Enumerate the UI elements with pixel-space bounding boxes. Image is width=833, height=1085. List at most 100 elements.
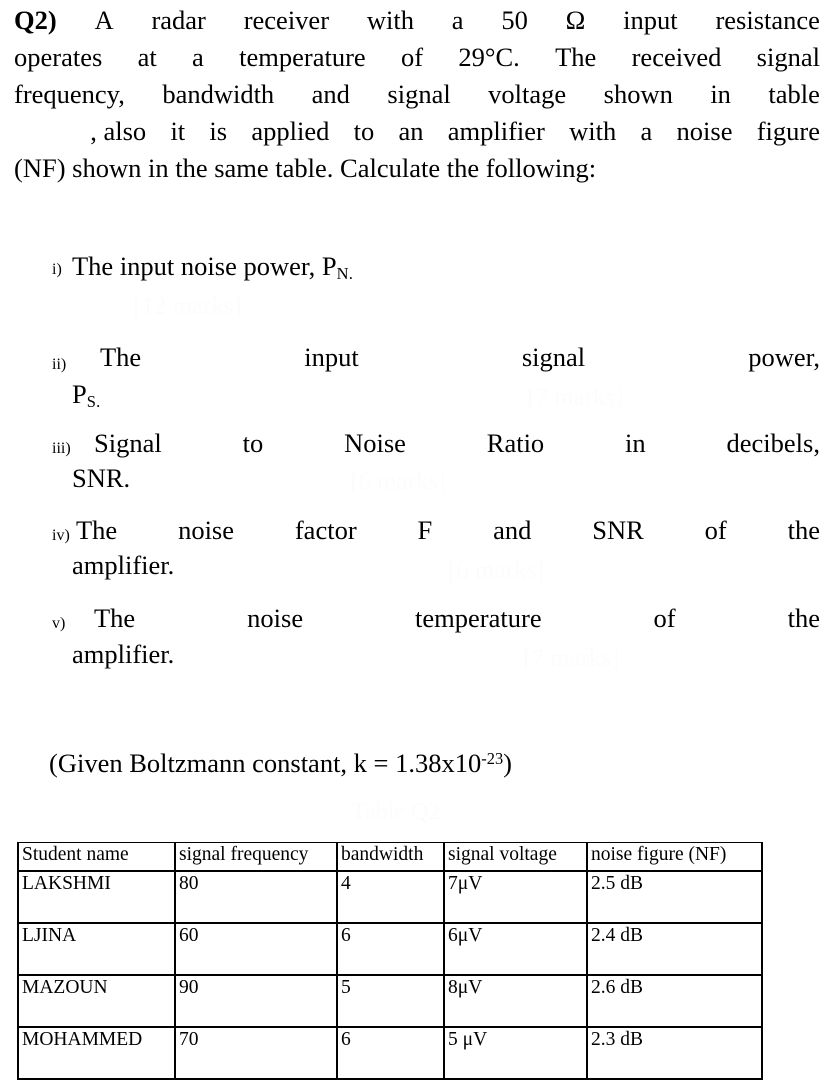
cell-student-name: MOHAMMED: [17, 1026, 176, 1080]
data-table: Student name signal frequency bandwidth …: [17, 842, 763, 1080]
subscript-n: N.: [336, 264, 354, 284]
stem-word: in: [710, 79, 731, 109]
stem-word: is: [209, 116, 228, 146]
stem-word: voltage: [488, 79, 567, 109]
stem-word: operates: [14, 42, 103, 72]
stem-word: 29°C.: [458, 42, 520, 72]
marks-note-ii: [7 marks]: [527, 384, 624, 411]
table-caption: Table Q2: [352, 799, 441, 825]
stem-word: it: [170, 116, 186, 146]
student-parameters-table: Student name signal frequency bandwidth …: [17, 842, 763, 1080]
col-header-student-name: Student name: [17, 842, 176, 872]
stem-word: at: [137, 42, 157, 72]
cell-noise-figure: 2.4 dB: [586, 922, 763, 976]
stem-word: input: [623, 5, 678, 35]
part-text-v: The noise temperature of the: [94, 600, 820, 637]
stem-word: frequency,: [14, 79, 125, 109]
part-word: Signal: [94, 428, 162, 458]
stem-word: noise: [676, 116, 733, 146]
stem-word: amplifier: [447, 116, 545, 146]
cell-signal-voltage: 6μV: [443, 922, 588, 976]
stem-line-2: operates at a temperature of 29°C. The r…: [14, 39, 820, 76]
question-part-ii: ii) The input signal power, PS. [7 marks…: [0, 335, 833, 427]
question-label: Q2): [14, 5, 57, 35]
part-word: Ratio: [486, 428, 545, 458]
stem-word: signal: [387, 79, 451, 109]
part-word: F: [417, 515, 433, 545]
stem-word: figure: [756, 116, 820, 146]
part-word: to: [242, 428, 264, 458]
part-marker-ii: ii): [52, 356, 67, 373]
marks-note-iii: [6 marks]: [350, 468, 447, 495]
marks-note-v: [7 marks]: [523, 645, 620, 672]
stem-word: applied: [251, 116, 330, 146]
part-text-ii: The input signal power,: [100, 339, 820, 376]
table-row: MAZOUN 90 5 8μV 2.6 dB: [17, 974, 763, 1028]
part-word: noise: [178, 515, 234, 545]
question-part-v: v) The noise temperature of the amplifie…: [0, 600, 833, 690]
stem-word: 50: [501, 5, 528, 35]
table-body: LAKSHMI 80 4 7μV 2.5 dB LJINA 60 6 6μV 2…: [17, 870, 763, 1080]
subscript-s: S.: [86, 392, 101, 412]
stem-ghost-gap: [14, 113, 66, 150]
stem-line-5: (NF) shown in the same table. Calculate …: [14, 153, 597, 183]
part-word: factor: [294, 515, 357, 545]
part-word: in: [625, 428, 646, 458]
part-marker-v: v): [52, 615, 66, 632]
stem-word: signal: [756, 42, 820, 72]
stem-word: receiver: [243, 5, 330, 35]
part-word: signal: [521, 342, 586, 372]
stem-word: A: [94, 5, 114, 35]
cell-signal-frequency: 80: [174, 870, 338, 924]
part-marker-iv: iv): [52, 527, 70, 544]
part-symbol-p: P: [72, 379, 87, 409]
stem-word: a: [640, 116, 653, 146]
part-word: The: [76, 515, 118, 545]
stem-word: a: [451, 5, 464, 35]
cell-signal-frequency: 60: [174, 922, 338, 976]
table-header-row: Student name signal frequency bandwidth …: [17, 842, 763, 872]
cell-noise-figure: 2.5 dB: [586, 870, 763, 924]
part-text-iii: Signal to Noise Ratio in decibels,: [94, 425, 820, 462]
part-text-i-main: The input noise power, P: [72, 251, 337, 281]
stem-word: The: [555, 42, 597, 72]
col-header-bandwidth: bandwidth: [336, 842, 445, 872]
part-word: of: [653, 603, 676, 633]
given-exponent: -23: [481, 749, 504, 768]
cell-noise-figure: 2.3 dB: [586, 1026, 763, 1080]
col-header-signal-frequency: signal frequency: [174, 842, 338, 872]
part-word: and: [493, 515, 532, 545]
cell-signal-frequency: 90: [174, 974, 338, 1028]
cell-bandwidth: 6: [336, 1026, 445, 1080]
cell-bandwidth: 5: [336, 974, 445, 1028]
table-row: LAKSHMI 80 4 7μV 2.5 dB: [17, 870, 763, 924]
stem-word: resistance: [715, 5, 820, 35]
part-word: decibels,: [726, 428, 820, 458]
part-word: SNR: [592, 515, 644, 545]
cell-signal-frequency: 70: [174, 1026, 338, 1080]
part-word: input: [304, 342, 359, 372]
table-row: MOHAMMED 70 6 5 μV 2.3 dB: [17, 1026, 763, 1080]
question-part-iii: iii) Signal to Noise Ratio in decibels, …: [0, 427, 833, 512]
cell-bandwidth: 6: [336, 922, 445, 976]
stem-word: and: [311, 79, 350, 109]
stem-word: , also: [90, 116, 147, 146]
stem-word: with: [569, 116, 617, 146]
part-word: The: [94, 603, 136, 633]
marks-note-iv: [6 marks]: [448, 557, 545, 584]
part-word: of: [704, 515, 727, 545]
stem-word: of: [400, 42, 424, 72]
document-page: Q2) A radar receiver with a 50 Ω input r…: [0, 0, 833, 1085]
stem-word: received: [631, 42, 722, 72]
part-word: temperature: [415, 603, 542, 633]
given-prefix: (Given Boltzmann constant, k = 1.38x10: [49, 747, 482, 778]
part-marker-i: i): [52, 261, 62, 278]
stem-word: with: [366, 5, 414, 35]
given-constant-line: (Given Boltzmann constant, k = 1.38x10-2…: [49, 742, 512, 780]
cell-student-name: LJINA: [17, 922, 176, 976]
col-header-signal-voltage: signal voltage: [443, 842, 588, 872]
stem-line-4: , also it is applied to an amplifier wit…: [14, 113, 820, 150]
part-text-ii-cont: PS.: [72, 376, 100, 420]
part-word: The: [100, 342, 142, 372]
stem-word: to: [353, 116, 375, 146]
